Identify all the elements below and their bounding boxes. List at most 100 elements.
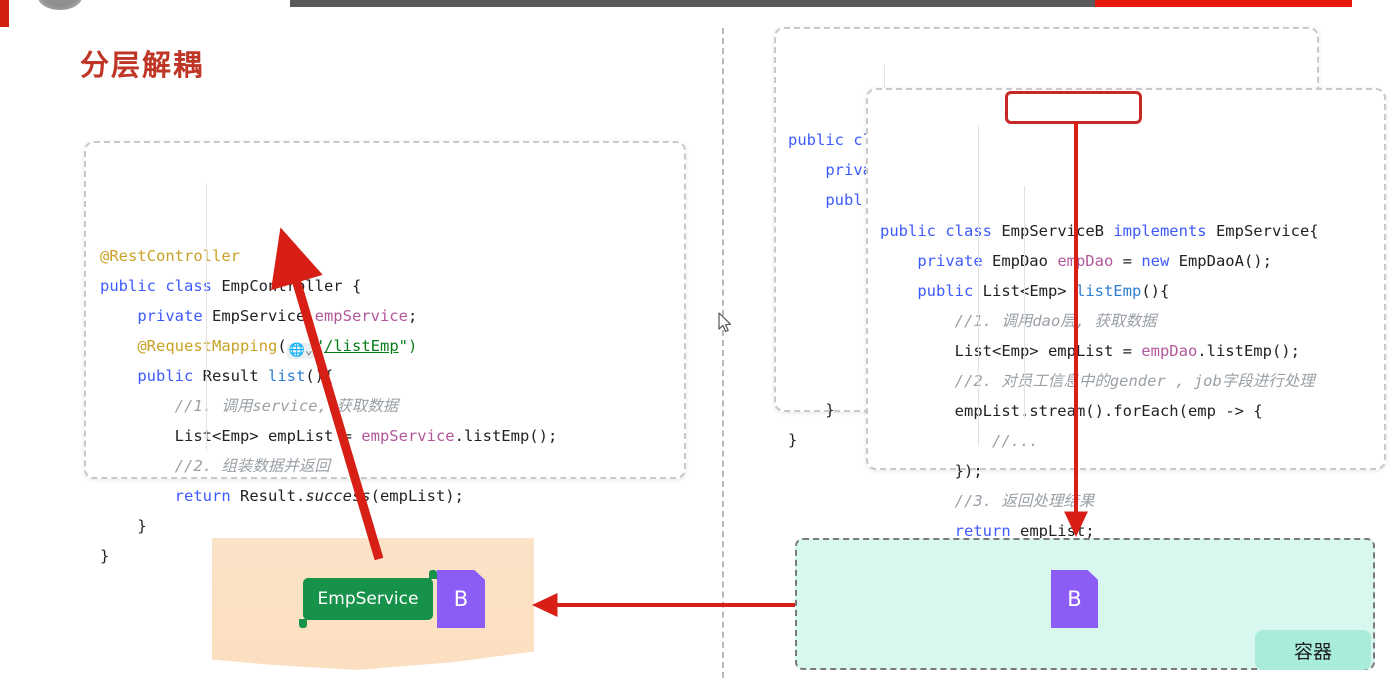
code-token: public class [880,222,1002,240]
container-label: 容器 [1255,630,1371,670]
code-token: empDao [1057,252,1114,270]
code-token: listEmp [1075,282,1142,300]
code-line: @RestController [100,241,670,271]
globe-icon[interactable]: 🌐⌄ [286,343,315,359]
code-token: public class [100,277,222,295]
code-line: //... [880,426,1372,456]
video-watermark-blob [38,0,82,10]
code-token: (empList); [370,487,464,505]
progress-remaining [1095,0,1352,7]
code-token: List<Emp> [982,282,1076,300]
mouse-cursor [718,312,732,333]
code-token: //3. 返回处理结果 [954,492,1095,510]
code-line: //2. 组装数据并返回 [100,451,670,481]
code-line: //1. 调用service, 获取数据 [100,391,670,421]
code-token: EmpService{ [1215,222,1319,240]
code-token: empList.stream().forEach(emp -> { [954,402,1263,420]
code-token: } [100,517,147,535]
code-line: public class EmpServiceB implements EmpS… [880,216,1372,246]
code-line: //2. 对员工信息中的gender , job字段进行处理 [880,366,1372,396]
code-token: EmpService [211,307,315,325]
code-panel-emp-controller: @RestController public class EmpControlle… [84,141,686,565]
code-line: public Result list(){ [100,361,670,391]
code-token: ") [398,337,418,355]
code-token: EmpController { [221,277,362,295]
indent-guide [1024,186,1025,418]
code-line: //1. 调用dao层, 获取数据 [880,306,1372,336]
code-line: @RequestMapping(🌐⌄ "/listEmp") [100,331,670,361]
slide-canvas: 分层解耦 @RestController public class EmpCont… [0,0,1396,678]
code-token: } [788,401,835,419]
code-token: empService [361,427,455,445]
code-token: //1. 调用dao层, 获取数据 [954,312,1157,330]
code-line: private EmpService empService; [100,301,670,331]
code-token: new [1141,252,1179,270]
indent-guide [206,183,207,451]
code-token: ( [277,337,287,355]
code-token: .listEmp(); [454,427,558,445]
indent-guide [978,126,979,446]
code-token: } [788,431,798,449]
video-progress-bar[interactable] [290,0,1352,7]
code-token: private [137,307,212,325]
code-token: }); [954,462,983,480]
code-panel-emp-service-b: public class EmpServiceB implements EmpS… [866,88,1386,600]
code-token: implements [1113,222,1216,240]
code-token: //1. 调用service, 获取数据 [174,397,399,415]
code-token: " [314,337,325,355]
code-token: empDao [1141,342,1198,360]
code-line: List<Emp> empList = empService.listEmp()… [100,421,670,451]
code-token: public [917,282,983,300]
impl-b-doc-right: B [1051,570,1098,628]
code-line: }); [880,456,1372,486]
code-token: return [174,487,240,505]
code-token: .listEmp(); [1197,342,1300,360]
code-token: Result. [239,487,306,505]
code-line: empList.stream().forEach(emp -> { [880,396,1372,426]
code-token: //2. 组装数据并返回 [174,457,330,475]
code-token: //2. 对员工信息中的gender , job字段进行处理 [954,372,1315,390]
progress-played [290,0,1095,7]
code-token: public [137,367,203,385]
code-token: List<Emp> empList = [174,427,362,445]
code-token: Result [202,367,268,385]
code-token: EmpDaoA(); [1178,252,1272,270]
code-token: private [917,252,992,270]
code-token: } [100,547,110,565]
code-token: publ [825,191,863,209]
code-token: @RequestMapping [137,337,278,355]
code-line: public List<Emp> listEmp(){ [880,276,1372,306]
left-red-edge [0,0,9,27]
code-token: List<Emp> empList = [954,342,1142,360]
code-token: success [305,487,371,505]
code-token: empService [314,307,408,325]
vertical-divider [722,28,724,678]
code-token: = [1113,252,1142,270]
code-line: List<Emp> empList = empDao.listEmp(); [880,336,1372,366]
code-token: (){ [305,367,334,385]
code-line: return Result.success(empList); [100,481,670,511]
